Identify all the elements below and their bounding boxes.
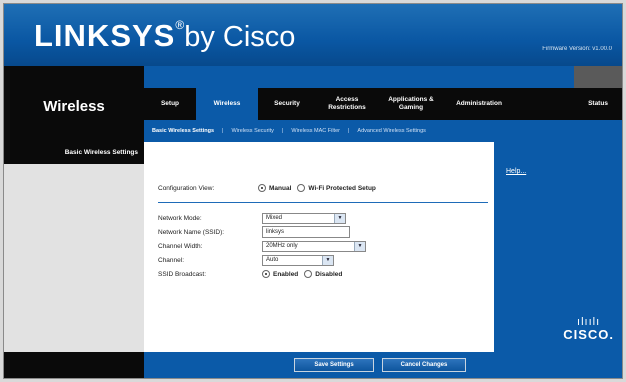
config-view-row: Configuration View: Manual Wi-Fi Protect… [158, 182, 382, 194]
subtab-basic-wireless-settings[interactable]: Basic Wireless Settings [152, 128, 214, 134]
router-admin-page: LINKSYS®by Cisco Firmware Version: v1.00… [3, 3, 623, 379]
tab-administration[interactable]: Administration [444, 88, 514, 120]
subtab-wireless-mac-filter[interactable]: Wireless MAC Filter [291, 128, 340, 134]
subtab-separator: | [222, 128, 224, 134]
subtab-bar: Basic Wireless Settings | Wireless Secur… [144, 120, 622, 142]
help-link[interactable]: Help... [506, 168, 526, 175]
footer-bar: Save Settings Cancel Changes [4, 352, 622, 378]
tab-wireless[interactable]: Wireless [196, 88, 258, 120]
left-panel-title: Basic Wireless Settings [4, 142, 144, 164]
chevron-down-icon: ▼ [354, 241, 365, 251]
section-panel: Wireless [4, 66, 144, 142]
manual-radio[interactable] [258, 184, 266, 192]
linksys-logo: LINKSYS®by Cisco [34, 18, 295, 54]
tab-status[interactable]: Status [574, 88, 622, 120]
firmware-version: Firmware Version: v1.00.0 [542, 46, 612, 52]
channel-label: Channel: [158, 256, 185, 264]
cisco-wordmark: CISCO. [563, 327, 614, 342]
save-settings-button[interactable]: Save Settings [294, 358, 374, 372]
subtab-advanced-wireless-settings[interactable]: Advanced Wireless Settings [357, 128, 425, 134]
config-view-option-wps[interactable]: Wi-Fi Protected Setup [297, 184, 376, 192]
tab-security[interactable]: Security [258, 88, 316, 120]
channel-select[interactable]: Auto ▼ [262, 254, 334, 266]
footer-main: Save Settings Cancel Changes [144, 352, 494, 378]
ssid-broadcast-option-enabled[interactable]: Enabled [262, 270, 298, 278]
nav-strip-blue [144, 66, 574, 88]
network-mode-row: Network Mode: Mixed ▼ [158, 212, 346, 224]
tab-bar: Setup Wireless Security Access Restricti… [144, 88, 622, 120]
ssid-label: Network Name (SSID): [158, 228, 225, 236]
form-divider [158, 202, 488, 203]
main-navigation: Wireless Setup Wireless Security Access … [4, 66, 622, 142]
enabled-radio[interactable] [262, 270, 270, 278]
tab-setup[interactable]: Setup [144, 88, 196, 120]
chevron-down-icon: ▼ [334, 213, 345, 223]
ssid-input[interactable]: linksys [262, 226, 350, 238]
right-panel: Help... ılıılı CISCO. [494, 142, 622, 352]
ssid-row: Network Name (SSID): linksys [158, 226, 350, 238]
channel-width-label: Channel Width: [158, 242, 203, 250]
channel-width-row: Channel Width: 20MHz only ▼ [158, 240, 366, 252]
chevron-down-icon: ▼ [322, 255, 333, 265]
subtab-separator: | [347, 128, 350, 134]
cisco-logo: ılıılı CISCO. [563, 316, 614, 343]
cancel-changes-button[interactable]: Cancel Changes [382, 358, 466, 372]
nav-top-strip [144, 66, 622, 88]
brand-name: LINKSYS [34, 18, 176, 53]
ssid-broadcast-row: SSID Broadcast: Enabled Disabled [158, 268, 348, 280]
header-bar: LINKSYS®by Cisco Firmware Version: v1.00… [4, 4, 622, 66]
ssid-broadcast-label: SSID Broadcast: [158, 270, 207, 278]
channel-row: Channel: Auto ▼ [158, 254, 334, 266]
wps-radio[interactable] [297, 184, 306, 192]
config-view-option-manual[interactable]: Manual [258, 184, 291, 192]
cisco-bars-icon: ılıılı [577, 316, 601, 328]
tab-access-restrictions[interactable]: Access Restrictions [316, 88, 378, 120]
tab-applications-gaming[interactable]: Applications & Gaming [378, 88, 444, 120]
left-panel: Basic Wireless Settings [4, 142, 144, 352]
ssid-broadcast-option-disabled[interactable]: Disabled [304, 270, 342, 278]
disabled-radio[interactable] [304, 270, 313, 278]
subtab-wireless-security[interactable]: Wireless Security [231, 128, 273, 134]
network-mode-label: Network Mode: [158, 214, 202, 222]
brand-suffix: ®by Cisco [175, 18, 296, 53]
network-mode-select[interactable]: Mixed ▼ [262, 212, 346, 224]
section-title: Wireless [43, 98, 105, 115]
subtab-separator: | [281, 128, 284, 134]
settings-form: Configuration View: Manual Wi-Fi Protect… [144, 142, 494, 352]
footer-left [4, 352, 144, 378]
footer-right [494, 352, 622, 378]
nav-tabs-area: Setup Wireless Security Access Restricti… [144, 66, 622, 142]
config-view-label: Configuration View: [158, 184, 215, 192]
channel-width-select[interactable]: 20MHz only ▼ [262, 240, 366, 252]
